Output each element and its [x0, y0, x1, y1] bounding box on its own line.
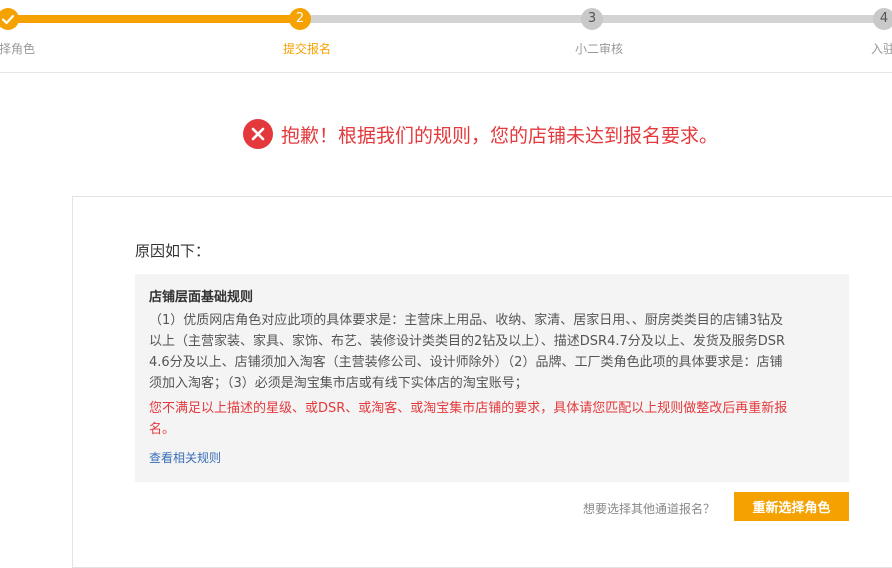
step-2-label: 提交报名	[283, 42, 332, 56]
step-1-check-icon	[0, 8, 19, 30]
view-rules-link[interactable]: 查看相关规则	[149, 449, 221, 466]
step-4-label: 入驻	[871, 42, 892, 56]
step-4-number: 4	[873, 8, 892, 30]
error-heading: 抱歉！根据我们的规则，您的店铺未达到报名要求。	[243, 119, 718, 149]
other-channel-prompt: 想要选择其他通道报名？	[583, 502, 716, 516]
rule-title: 店铺层面基础规则	[149, 290, 254, 305]
step-2-number: 2	[289, 8, 311, 30]
progress-track-completed	[0, 15, 300, 23]
reason-title: 原因如下：	[135, 242, 211, 260]
close-circle-icon	[243, 119, 273, 149]
step-1-label: 择角色	[0, 42, 36, 56]
error-message: 抱歉！根据我们的规则，您的店铺未达到报名要求。	[281, 124, 719, 147]
reselect-role-button[interactable]: 重新选择角色	[734, 492, 849, 521]
progress-steps: 择角色 2 提交报名 3 小二审核 4 入驻	[0, 0, 892, 73]
rule-description: （1）优质网店角色对应此项的具体要求是：主营床上用品、收纳、家清、居家日用、、厨…	[149, 313, 786, 391]
rule-warning: 您不满足以上描述的星级、或DSR、或淘客、或淘宝集市店铺的要求，具体请您匹配以上…	[149, 401, 788, 437]
step-3-number: 3	[581, 8, 603, 30]
step-3-label: 小二审核	[575, 42, 624, 56]
